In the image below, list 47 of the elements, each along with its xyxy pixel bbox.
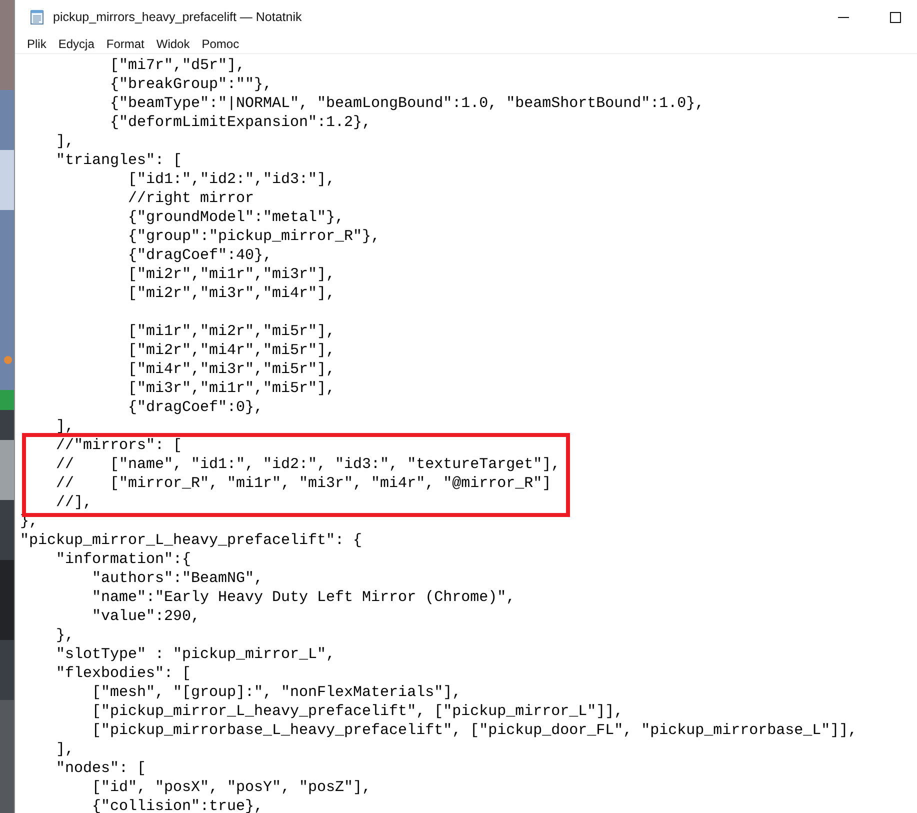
code-line: ["id1:","id2:","id3:"], [127, 170, 336, 189]
code-line: ["mi4r","mi3r","mi5r"], [127, 360, 336, 379]
code-line: {"collision":true}, [91, 797, 264, 813]
code-line: // ["mirror_R", "mi1r", "mi3r", "mi4r", "@mirror_R"] [55, 474, 552, 493]
code-line: "information":{ [55, 550, 192, 569]
code-line: {"group":"pickup_mirror_R"}, [127, 227, 382, 246]
code-line: "slotType" : "pickup_mirror_L", [55, 645, 336, 664]
code-line: ], [55, 132, 76, 151]
code-line: {"deformLimitExpansion":1.2}, [109, 113, 372, 132]
code-line: ["mi3r","mi1r","mi5r"], [127, 379, 336, 398]
code-line: "authors":"BeamNG", [91, 569, 264, 588]
code-line: {"breakGroup":""}, [109, 75, 274, 94]
menu-item[interactable]: Pomoc [196, 34, 246, 53]
code-line: {"dragCoef":40}, [127, 246, 274, 265]
code-line: "pickup_mirror_L_heavy_prefacelift": { [20, 531, 364, 550]
code-line: "nodes": [ [55, 759, 148, 778]
code-line: ["pickup_mirror_L_heavy_prefacelift", ["pickup_mirror_L"]], [91, 702, 624, 721]
code-line: {"dragCoef":0}, [127, 398, 264, 417]
menu-item[interactable]: Widok [150, 34, 196, 53]
window-title: pickup_mirrors_heavy_prefacelift — Notatnik [53, 10, 303, 24]
code-line: ["mi7r","d5r"], [109, 56, 246, 75]
menu-item[interactable]: Edycja [52, 34, 100, 53]
code-line: ], [55, 740, 76, 759]
code-line: "value":290, [91, 607, 202, 626]
menu-item[interactable]: Plik [21, 34, 52, 53]
code-line: ["mi2r","mi1r","mi3r"], [127, 265, 336, 284]
code-line: "name":"Early Heavy Duty Left Mirror (Chrome)", [91, 588, 516, 607]
code-line: //"mirrors": [ [55, 436, 184, 455]
code-line: ["id", "posX", "posY", "posZ"], [91, 778, 372, 797]
code-line: ["mesh", "[group]:", "nonFlexMaterials"], [91, 683, 462, 702]
code-line: "flexbodies": [ [55, 664, 192, 683]
code-line: //], [55, 493, 94, 512]
code-line: // ["name", "id1:", "id2:", "id3:", "textureTarget"], [55, 455, 562, 474]
minimize-icon [838, 16, 848, 18]
code-line: //right mirror [127, 189, 256, 208]
code-line: ["mi2r","mi3r","mi4r"], [127, 284, 336, 303]
code-line: ["pickup_mirrorbase_L_heavy_prefacelift", ["pickup_door_FL", "pickup_mirrorbase_L"]], [91, 721, 858, 740]
notepad-icon [29, 9, 45, 25]
code-line: ["mi2r","mi4r","mi5r"], [127, 341, 336, 360]
code-line: ["mi1r","mi2r","mi5r"], [127, 322, 336, 341]
code-line: {"groundModel":"metal"}, [127, 208, 346, 227]
code-line: }, [55, 626, 76, 645]
code-line: "triangles": [ [55, 151, 184, 170]
menu-item[interactable]: Format [100, 34, 150, 53]
maximize-icon [890, 12, 900, 22]
code-line: ], [55, 417, 76, 436]
code-line: {"beamType":"|NORMAL", "beamLongBound":1.0, "beamShortBound":1.0}, [109, 94, 706, 113]
